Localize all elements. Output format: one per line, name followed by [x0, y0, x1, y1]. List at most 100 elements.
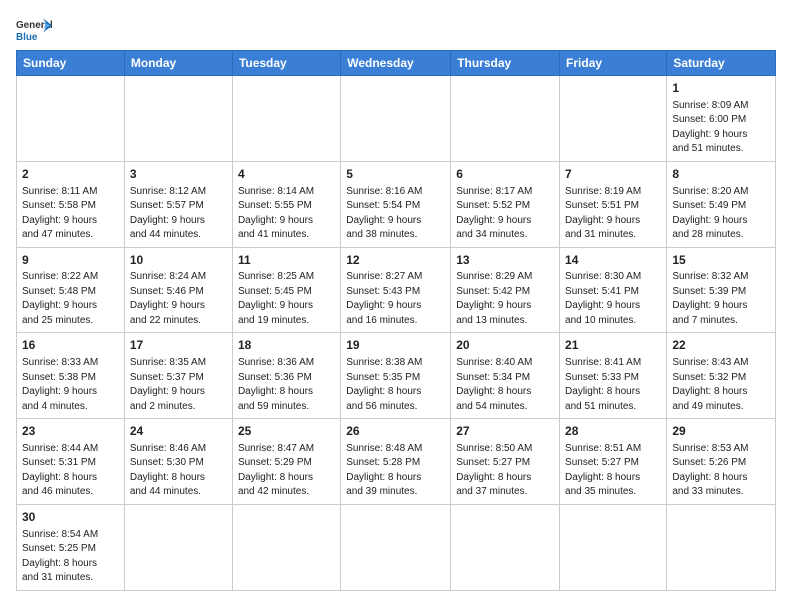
calendar-cell — [560, 76, 667, 162]
calendar-cell — [17, 76, 125, 162]
calendar-cell: 13Sunrise: 8:29 AM Sunset: 5:42 PM Dayli… — [451, 247, 560, 333]
day-info: Sunrise: 8:48 AM Sunset: 5:28 PM Dayligh… — [346, 442, 445, 500]
day-info: Sunrise: 8:53 AM Sunset: 5:26 PM Dayligh… — [672, 442, 770, 500]
day-info: Sunrise: 8:29 AM Sunset: 5:42 PM Dayligh… — [456, 270, 554, 328]
day-number: 11 — [238, 252, 335, 269]
day-number: 4 — [238, 166, 335, 183]
calendar-cell: 9Sunrise: 8:22 AM Sunset: 5:48 PM Daylig… — [17, 247, 125, 333]
day-number: 16 — [22, 337, 119, 354]
weekday-header-saturday: Saturday — [667, 51, 776, 76]
day-info: Sunrise: 8:11 AM Sunset: 5:58 PM Dayligh… — [22, 185, 119, 243]
weekday-header-friday: Friday — [560, 51, 667, 76]
day-info: Sunrise: 8:16 AM Sunset: 5:54 PM Dayligh… — [346, 185, 445, 243]
day-number: 24 — [130, 423, 227, 440]
day-number: 30 — [22, 509, 119, 526]
day-number: 27 — [456, 423, 554, 440]
calendar-cell: 22 Sunrise: 8:43 AM Sunset: 5:32 PM Dayli… — [667, 333, 776, 419]
day-info: Sunrise: 8:51 AM Sunset: 5:27 PM Dayligh… — [565, 442, 661, 500]
day-number: 26 — [346, 423, 445, 440]
calendar-cell: 29 Sunrise: 8:53 AM Sunset: 5:26 PM Dayli… — [667, 419, 776, 505]
calendar-cell — [232, 504, 340, 590]
calendar-week-row: 23 Sunrise: 8:44 AM Sunset: 5:31 PM Dayli… — [17, 419, 776, 505]
calendar-cell: 2 Sunrise: 8:11 AM Sunset: 5:58 PM Daylig… — [17, 161, 125, 247]
day-info: Sunrise: 8:38 AM Sunset: 5:35 PM Dayligh… — [346, 356, 445, 414]
day-number: 2 — [22, 166, 119, 183]
calendar-cell: 12Sunrise: 8:27 AM Sunset: 5:43 PM Dayli… — [341, 247, 451, 333]
day-info: Sunrise: 8:24 AM Sunset: 5:46 PM Dayligh… — [130, 270, 227, 328]
page-header: General Blue — [16, 16, 776, 44]
day-number: 29 — [672, 423, 770, 440]
day-number: 19 — [346, 337, 445, 354]
calendar-week-row: 9Sunrise: 8:22 AM Sunset: 5:48 PM Daylig… — [17, 247, 776, 333]
calendar-cell: 20Sunrise: 8:40 AM Sunset: 5:34 PM Dayli… — [451, 333, 560, 419]
calendar-cell: 14Sunrise: 8:30 AM Sunset: 5:41 PM Dayli… — [560, 247, 667, 333]
day-number: 21 — [565, 337, 661, 354]
day-number: 22 — [672, 337, 770, 354]
calendar-cell: 10Sunrise: 8:24 AM Sunset: 5:46 PM Dayli… — [124, 247, 232, 333]
calendar-cell: 26 Sunrise: 8:48 AM Sunset: 5:28 PM Dayli… — [341, 419, 451, 505]
calendar-cell: 3 Sunrise: 8:12 AM Sunset: 5:57 PM Daylig… — [124, 161, 232, 247]
calendar-cell: 16 Sunrise: 8:33 AM Sunset: 5:38 PM Dayli… — [17, 333, 125, 419]
svg-text:Blue: Blue — [16, 32, 38, 43]
day-info: Sunrise: 8:43 AM Sunset: 5:32 PM Dayligh… — [672, 356, 770, 414]
calendar-week-row: 1 Sunrise: 8:09 AM Sunset: 6:00 PM Daylig… — [17, 76, 776, 162]
day-number: 28 — [565, 423, 661, 440]
day-info: Sunrise: 8:12 AM Sunset: 5:57 PM Dayligh… — [130, 185, 227, 243]
calendar-cell: 28 Sunrise: 8:51 AM Sunset: 5:27 PM Dayli… — [560, 419, 667, 505]
weekday-header-thursday: Thursday — [451, 51, 560, 76]
day-info: Sunrise: 8:20 AM Sunset: 5:49 PM Dayligh… — [672, 185, 770, 243]
calendar-cell: 7 Sunrise: 8:19 AM Sunset: 5:51 PM Daylig… — [560, 161, 667, 247]
day-info: Sunrise: 8:32 AM Sunset: 5:39 PM Dayligh… — [672, 270, 770, 328]
calendar-cell: 24 Sunrise: 8:46 AM Sunset: 5:30 PM Dayli… — [124, 419, 232, 505]
calendar-cell: 4 Sunrise: 8:14 AM Sunset: 5:55 PM Daylig… — [232, 161, 340, 247]
calendar-cell: 15Sunrise: 8:32 AM Sunset: 5:39 PM Dayli… — [667, 247, 776, 333]
day-number: 1 — [672, 80, 770, 97]
day-number: 18 — [238, 337, 335, 354]
calendar-cell: 23 Sunrise: 8:44 AM Sunset: 5:31 PM Dayli… — [17, 419, 125, 505]
calendar-cell — [560, 504, 667, 590]
calendar-week-row: 2 Sunrise: 8:11 AM Sunset: 5:58 PM Daylig… — [17, 161, 776, 247]
calendar-cell: 25Sunrise: 8:47 AM Sunset: 5:29 PM Dayli… — [232, 419, 340, 505]
calendar-cell: 11Sunrise: 8:25 AM Sunset: 5:45 PM Dayli… — [232, 247, 340, 333]
calendar-cell — [341, 504, 451, 590]
calendar-cell: 1 Sunrise: 8:09 AM Sunset: 6:00 PM Daylig… — [667, 76, 776, 162]
day-number: 12 — [346, 252, 445, 269]
day-info: Sunrise: 8:50 AM Sunset: 5:27 PM Dayligh… — [456, 442, 554, 500]
day-number: 8 — [672, 166, 770, 183]
calendar-week-row: 30Sunrise: 8:54 AM Sunset: 5:25 PM Dayli… — [17, 504, 776, 590]
day-number: 23 — [22, 423, 119, 440]
calendar-body: 1 Sunrise: 8:09 AM Sunset: 6:00 PM Daylig… — [17, 76, 776, 591]
calendar-cell: 18Sunrise: 8:36 AM Sunset: 5:36 PM Dayli… — [232, 333, 340, 419]
day-number: 10 — [130, 252, 227, 269]
day-info: Sunrise: 8:19 AM Sunset: 5:51 PM Dayligh… — [565, 185, 661, 243]
day-number: 17 — [130, 337, 227, 354]
calendar-cell: 30Sunrise: 8:54 AM Sunset: 5:25 PM Dayli… — [17, 504, 125, 590]
day-number: 25 — [238, 423, 335, 440]
calendar-cell: 6Sunrise: 8:17 AM Sunset: 5:52 PM Daylig… — [451, 161, 560, 247]
day-info: Sunrise: 8:35 AM Sunset: 5:37 PM Dayligh… — [130, 356, 227, 414]
day-info: Sunrise: 8:17 AM Sunset: 5:52 PM Dayligh… — [456, 185, 554, 243]
weekday-header-sunday: Sunday — [17, 51, 125, 76]
day-number: 13 — [456, 252, 554, 269]
day-info: Sunrise: 8:33 AM Sunset: 5:38 PM Dayligh… — [22, 356, 119, 414]
day-number: 7 — [565, 166, 661, 183]
day-info: Sunrise: 8:46 AM Sunset: 5:30 PM Dayligh… — [130, 442, 227, 500]
day-info: Sunrise: 8:14 AM Sunset: 5:55 PM Dayligh… — [238, 185, 335, 243]
calendar-table: SundayMondayTuesdayWednesdayThursdayFrid… — [16, 50, 776, 591]
weekday-header-wednesday: Wednesday — [341, 51, 451, 76]
calendar-cell: 5Sunrise: 8:16 AM Sunset: 5:54 PM Daylig… — [341, 161, 451, 247]
day-info: Sunrise: 8:09 AM Sunset: 6:00 PM Dayligh… — [672, 99, 770, 157]
weekday-header-tuesday: Tuesday — [232, 51, 340, 76]
day-info: Sunrise: 8:27 AM Sunset: 5:43 PM Dayligh… — [346, 270, 445, 328]
day-number: 9 — [22, 252, 119, 269]
logo: General Blue — [16, 16, 52, 44]
calendar-cell: 27 Sunrise: 8:50 AM Sunset: 5:27 PM Dayli… — [451, 419, 560, 505]
day-info: Sunrise: 8:41 AM Sunset: 5:33 PM Dayligh… — [565, 356, 661, 414]
day-number: 3 — [130, 166, 227, 183]
day-number: 20 — [456, 337, 554, 354]
calendar-cell — [451, 504, 560, 590]
calendar-cell — [667, 504, 776, 590]
calendar-header: SundayMondayTuesdayWednesdayThursdayFrid… — [17, 51, 776, 76]
day-number: 14 — [565, 252, 661, 269]
day-info: Sunrise: 8:44 AM Sunset: 5:31 PM Dayligh… — [22, 442, 119, 500]
